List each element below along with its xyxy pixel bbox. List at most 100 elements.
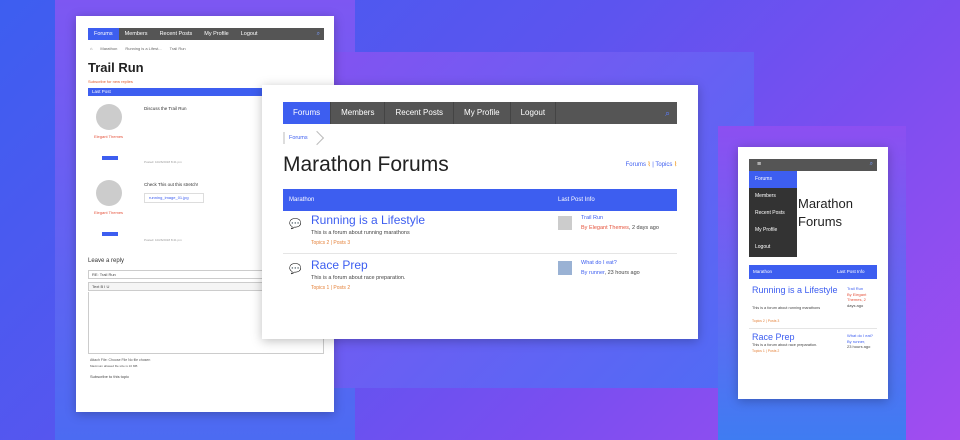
feed-separator: | <box>652 162 654 168</box>
home-icon[interactable]: ⌂ <box>90 46 92 51</box>
avatar <box>96 104 122 130</box>
last-post-link[interactable]: What do I eat? <box>847 333 873 338</box>
attachment-link[interactable]: running_image_01.jpg <box>144 193 204 203</box>
leave-reply-heading: Leave a reply <box>88 258 125 264</box>
nav-item-logout[interactable]: Logout <box>235 28 264 40</box>
column-last-post: Last Post Info <box>837 269 865 274</box>
reply-button[interactable] <box>102 232 118 236</box>
page-title-line: Forums <box>798 214 843 229</box>
forum-counts[interactable]: Topics 1 | Posts 2 <box>311 285 350 291</box>
hamburger-icon[interactable]: ≡ <box>757 161 761 168</box>
last-post-time: 23 hours ago <box>847 344 871 349</box>
reply-button[interactable] <box>102 156 118 160</box>
forum-counts[interactable]: Topics 2 | Posts 3 <box>311 240 350 246</box>
post-text: Check This out this stretch! <box>144 182 199 187</box>
last-post-author: By <box>581 225 588 231</box>
last-post-link[interactable]: What do I eat? <box>581 260 617 266</box>
page-title: Marathon Forums <box>798 195 853 231</box>
mobile-screenshot: ≡ ⌕ Forums Members Recent Posts My Profi… <box>738 147 888 399</box>
forum-row: Race Prep This is a forum about race pre… <box>749 332 877 372</box>
nav-item-recent-posts[interactable]: Recent Posts <box>154 28 199 40</box>
mobile-nav: ≡ ⌕ <box>749 159 877 171</box>
nav-item-forums[interactable]: Forums <box>283 102 332 124</box>
comments-icon: 💬 <box>289 219 302 230</box>
forum-counts[interactable]: Topics 1 | Posts 2 <box>752 349 779 353</box>
post-author[interactable]: Elegant Themes <box>94 210 123 215</box>
post-date: Posted: 10/26/2018 8:41 pm <box>144 238 182 242</box>
row-divider <box>283 253 677 254</box>
last-post-meta: By Elegant Themes, 2 days ago <box>581 225 659 231</box>
last-post-prefix: By <box>581 270 588 276</box>
forum-row: 💬 Race Prep This is a forum about race p… <box>283 258 677 298</box>
mobile-menu: Forums Members Recent Posts My Profile L… <box>749 171 797 257</box>
post-date: Posted: 10/26/2018 8:41 pm <box>144 160 182 164</box>
last-post-author[interactable]: By runner, <box>847 339 865 344</box>
column-forum: Marathon <box>289 197 315 203</box>
breadcrumb-item[interactable]: Trail Run <box>170 46 186 51</box>
page-title: Trail Run <box>88 60 144 75</box>
avatar <box>558 261 572 275</box>
menu-item-forums[interactable]: Forums <box>749 171 797 188</box>
row-divider <box>749 328 877 329</box>
avatar <box>96 180 122 206</box>
nav-item-forums[interactable]: Forums <box>88 28 119 40</box>
menu-item-recent-posts[interactable]: Recent Posts <box>749 205 797 222</box>
last-post-info: What do I eat? By runner, 23 hours ago <box>847 333 877 350</box>
nav-item-members[interactable]: Members <box>331 102 386 124</box>
max-size-note: Maximum allowed file size is 10 MB <box>90 364 138 368</box>
forums-page-screenshot: Forums Members Recent Posts My Profile L… <box>262 85 698 339</box>
forum-row: Running is a Lifestyle This is a forum a… <box>749 285 877 327</box>
search-icon[interactable]: ⌕ <box>870 161 873 168</box>
forum-title-link[interactable]: Running is a Lifestyle <box>311 213 425 227</box>
nav-item-logout[interactable]: Logout <box>511 102 557 124</box>
nav-item-recent-posts[interactable]: Recent Posts <box>385 102 455 124</box>
forum-description: This is a forum about race preparation. <box>752 343 818 347</box>
search-icon[interactable]: ⌕ <box>317 28 324 40</box>
avatar <box>558 216 572 230</box>
subscribe-checkbox[interactable]: Subscribe to this topic <box>90 374 129 379</box>
breadcrumb: ⌂ Marathon Running is a Lifest... Trail … <box>90 46 186 51</box>
forum-title-link[interactable]: Running is a Lifestyle <box>752 285 840 295</box>
last-post-author[interactable]: By Elegant Themes, 2 <box>847 292 866 303</box>
nav-item-my-profile[interactable]: My Profile <box>454 102 511 124</box>
nav-item-my-profile[interactable]: My Profile <box>198 28 234 40</box>
search-icon[interactable]: ⌕ <box>665 102 677 124</box>
forum-title-link[interactable]: Race Prep <box>752 332 840 342</box>
forum-row: 💬 Running is a Lifestyle This is a forum… <box>283 213 677 253</box>
comments-icon: 💬 <box>289 264 302 275</box>
menu-item-members[interactable]: Members <box>749 188 797 205</box>
forum-description: This is a forum about running marathons <box>752 306 821 310</box>
forum-description: This is a forum about race preparation. <box>311 275 406 281</box>
chevron-right-icon <box>309 130 324 146</box>
last-post-meta: By runner, 23 hours ago <box>581 270 640 276</box>
forum-counts[interactable]: Topics 2 | Posts 3 <box>752 319 779 323</box>
breadcrumb-item[interactable]: Running is a Lifest... <box>125 46 161 51</box>
nav-item-members[interactable]: Members <box>119 28 154 40</box>
last-post-link[interactable]: Trail Run <box>581 215 603 221</box>
main-nav: Forums Members Recent Posts My Profile L… <box>88 28 324 40</box>
forum-title-link[interactable]: Race Prep <box>311 258 368 272</box>
rss-icon: ⌇ <box>674 162 677 168</box>
attach-file[interactable]: Attach File: Choose File No file chosen <box>90 358 150 362</box>
last-post-author[interactable]: runner <box>589 270 605 276</box>
column-forum: Marathon <box>753 269 773 274</box>
page-title-line: Marathon <box>798 196 853 211</box>
main-nav: Forums Members Recent Posts My Profile L… <box>283 102 677 124</box>
menu-item-my-profile[interactable]: My Profile <box>749 222 797 239</box>
last-post-info: Trail Run By Elegant Themes, 2 days ago <box>847 286 877 308</box>
menu-item-logout[interactable]: Logout <box>749 239 797 256</box>
post-author[interactable]: Elegant Themes <box>94 134 123 139</box>
last-post-link[interactable]: Trail Run <box>847 286 863 291</box>
column-last-post: Last Post Info <box>558 197 595 203</box>
last-post-time: days ago <box>847 302 864 308</box>
breadcrumb: Forums <box>283 130 324 146</box>
subscribe-link[interactable]: Subscribe for new replies <box>88 79 133 84</box>
breadcrumb-forums[interactable]: Forums <box>289 135 308 141</box>
rss-icon: ⌇ <box>647 162 651 168</box>
breadcrumb-item[interactable]: Marathon <box>100 46 117 51</box>
topics-feed-link[interactable]: Topics <box>655 162 672 168</box>
last-post-author[interactable]: Elegant Themes <box>589 225 629 231</box>
forum-table-header: Marathon Last Post Info <box>749 265 877 279</box>
forums-feed-link[interactable]: Forums <box>626 162 646 168</box>
breadcrumb-divider <box>283 132 285 144</box>
